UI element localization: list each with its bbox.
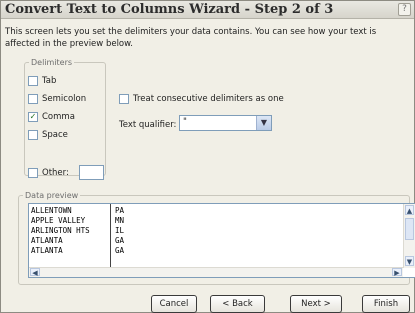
- title-bar[interactable]: Convert Text to Columns Wizard - Step 2 …: [1, 1, 414, 19]
- scroll-down-icon[interactable]: ▼: [405, 256, 414, 266]
- comma-label: Comma: [42, 112, 75, 122]
- text-qualifier-value: ": [183, 117, 187, 127]
- preview-cell: ARLINGTON HTS: [31, 226, 90, 235]
- preview-cell: ATLANTA: [31, 236, 63, 245]
- preview-cell: GA: [115, 246, 125, 255]
- preview-cell: IL: [115, 226, 125, 235]
- scroll-left-icon[interactable]: ◀: [30, 268, 40, 277]
- other-label: Other:: [42, 168, 69, 178]
- scroll-right-icon[interactable]: ▶: [392, 268, 402, 277]
- scroll-up-icon[interactable]: ▲: [405, 205, 414, 215]
- back-button[interactable]: < Back: [210, 295, 265, 313]
- help-button[interactable]: ?: [398, 3, 411, 16]
- space-checkbox-box[interactable]: [28, 130, 38, 140]
- window-title: Convert Text to Columns Wizard - Step 2 …: [5, 2, 334, 17]
- horizontal-scrollbar[interactable]: ◀ ▶: [29, 267, 403, 277]
- preview-cell: MN: [115, 216, 125, 225]
- text-qualifier-label: Text qualifier:: [119, 120, 177, 130]
- treat-consecutive-checkbox-box[interactable]: [119, 94, 129, 104]
- preview-cell: ATLANTA: [31, 246, 63, 255]
- preview-cell: GA: [115, 236, 125, 245]
- semicolon-label: Semicolon: [42, 94, 87, 104]
- delimiters-legend: Delimiters: [31, 58, 73, 67]
- text-qualifier-select[interactable]: " ▼: [179, 115, 272, 131]
- instructions-text: This screen lets you set the delimiters …: [5, 27, 377, 49]
- preview-cell: ALLENTOWN: [31, 206, 72, 215]
- other-checkbox-box[interactable]: [28, 168, 38, 178]
- preview-cell: APPLE VALLEY: [31, 216, 86, 225]
- preview-cell: PA: [115, 206, 125, 215]
- space-label: Space: [42, 130, 68, 140]
- comma-checkbox-box[interactable]: ✓: [28, 112, 38, 122]
- tab-label: Tab: [42, 76, 57, 86]
- semicolon-checkbox-box[interactable]: [28, 94, 38, 104]
- treat-consecutive-label: Treat consecutive delimiters as one: [133, 94, 284, 104]
- column-divider: [110, 204, 111, 268]
- cancel-button[interactable]: Cancel: [151, 295, 197, 313]
- other-delimiter-input[interactable]: [79, 165, 104, 180]
- finish-button[interactable]: Finish: [362, 295, 410, 313]
- vertical-scrollbar[interactable]: ▲ ▼: [403, 204, 415, 268]
- tab-checkbox-box[interactable]: [28, 76, 38, 86]
- data-preview-grid[interactable]: ALLENTOWN PA APPLE VALLEY MN ARLINGTON H…: [28, 203, 415, 278]
- next-button[interactable]: Next >: [290, 295, 342, 313]
- convert-text-wizard-dialog: Convert Text to Columns Wizard - Step 2 …: [0, 0, 415, 313]
- data-preview-legend: Data preview: [25, 191, 79, 200]
- chevron-down-icon[interactable]: ▼: [256, 116, 271, 130]
- scroll-thumb[interactable]: [405, 218, 414, 240]
